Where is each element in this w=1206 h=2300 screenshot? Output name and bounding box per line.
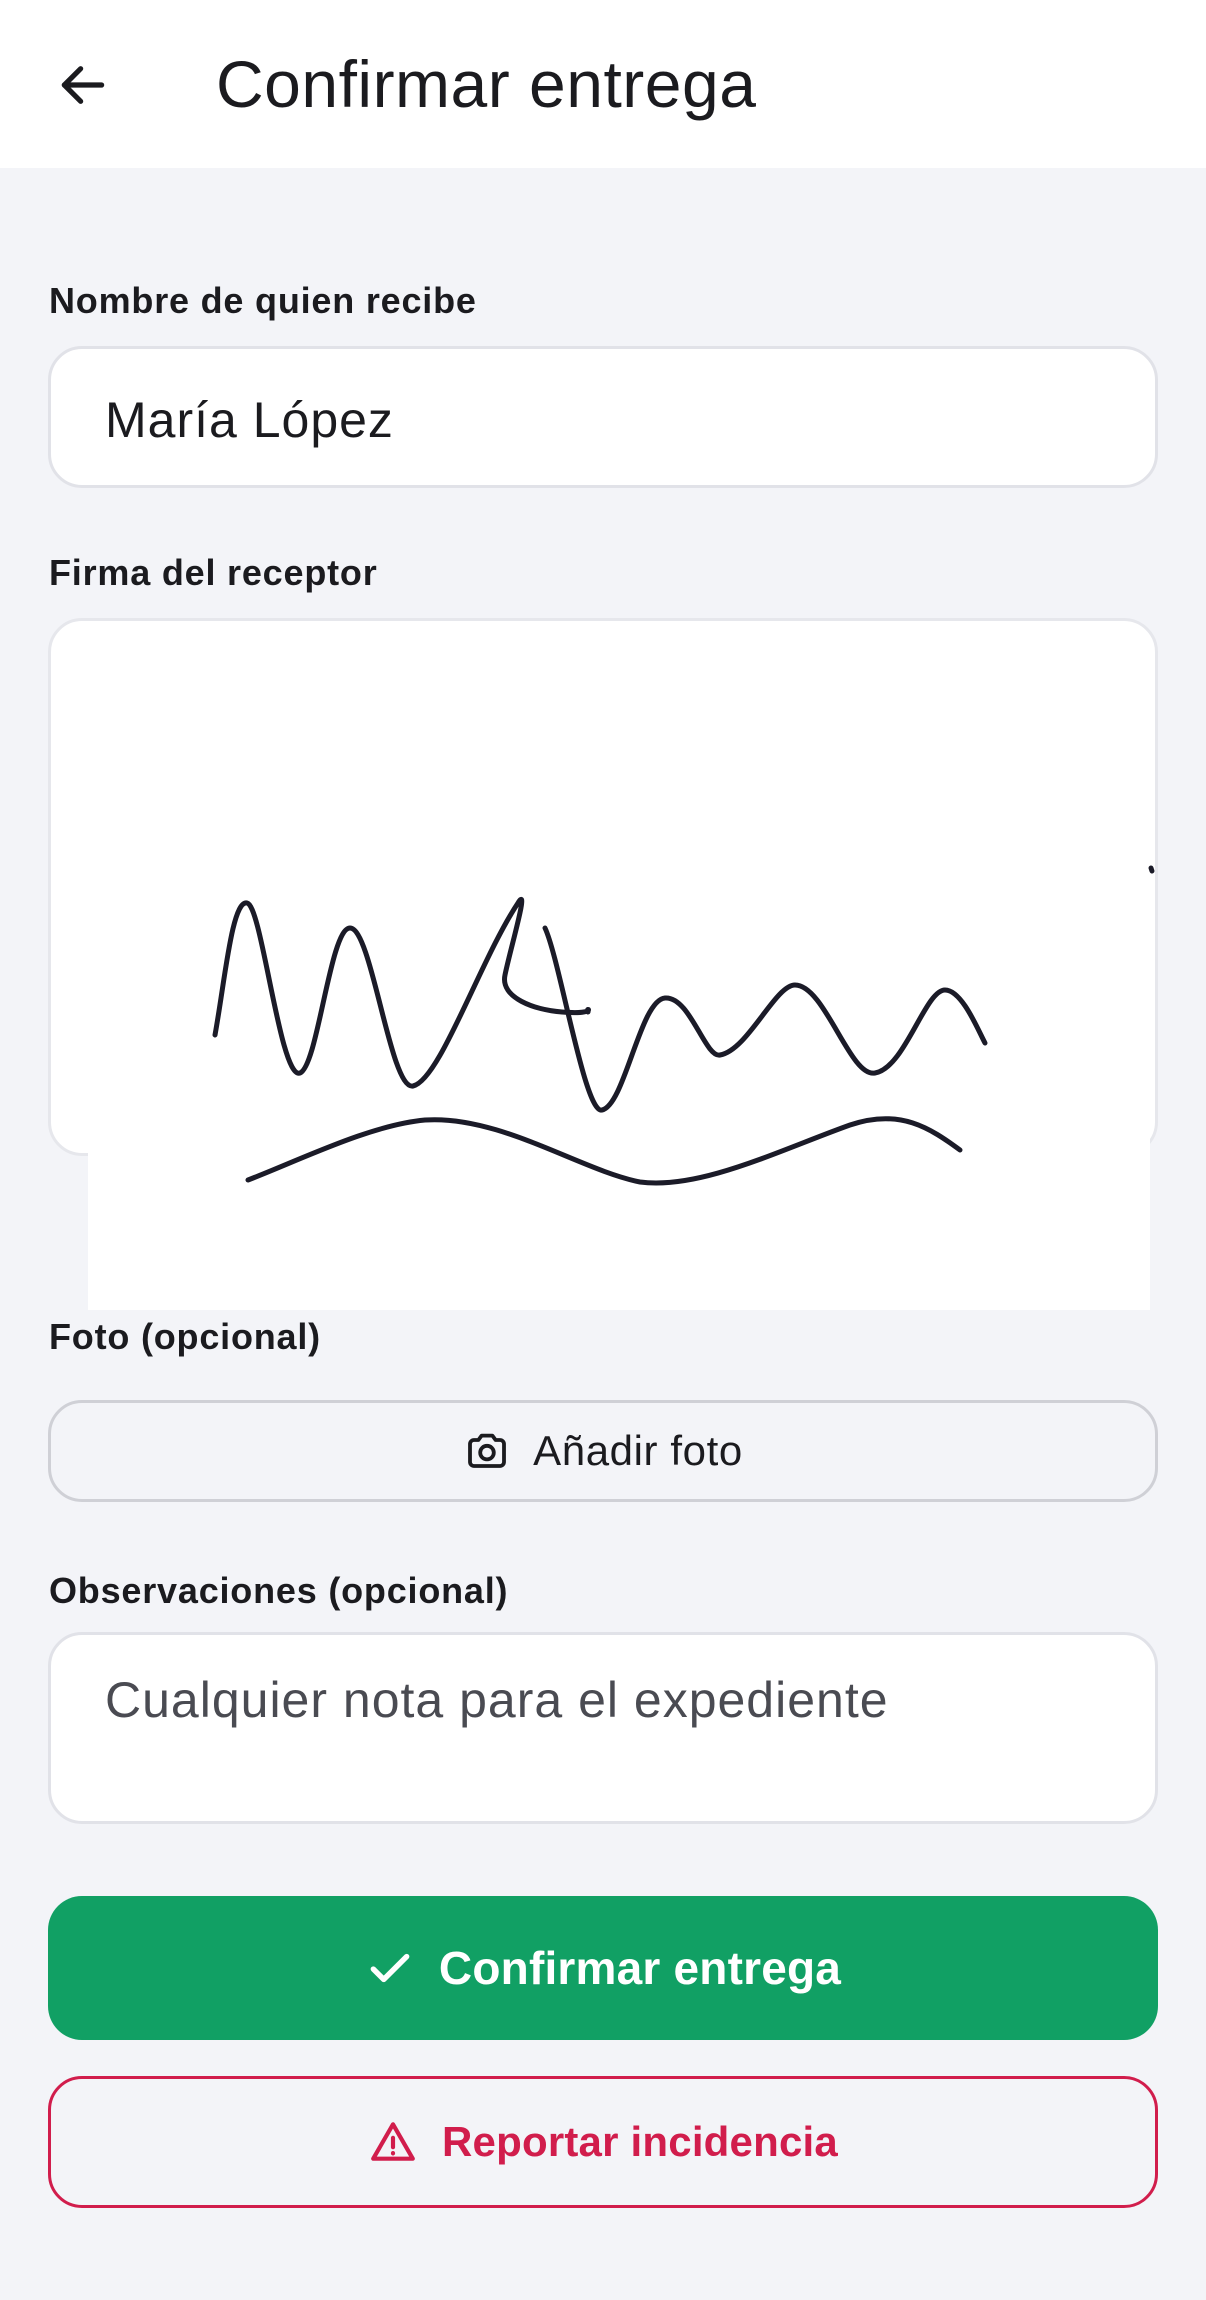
notes-field[interactable]: Cualquier nota para el expediente <box>48 1632 1158 1824</box>
photo-label: Foto (opcional) <box>49 1316 321 1357</box>
report-incident-label: Reportar incidencia <box>442 2118 838 2165</box>
check-icon <box>365 1943 415 1993</box>
signature-drawing <box>212 865 1155 1186</box>
add-photo-button[interactable]: Añadir foto <box>48 1400 1158 1502</box>
camera-icon <box>463 1427 511 1475</box>
confirm-delivery-button[interactable]: Confirmar entrega <box>48 1896 1158 2040</box>
add-photo-label: Añadir foto <box>533 1427 743 1474</box>
confirm-delivery-label: Confirmar entrega <box>438 1942 842 1994</box>
notes-label: Observaciones (opcional) <box>49 1570 509 1611</box>
warning-triangle-icon <box>368 2117 418 2167</box>
report-incident-button[interactable]: Reportar incidencia <box>48 2076 1158 2208</box>
notes-placeholder: Cualquier nota para el expediente <box>105 1672 889 1728</box>
